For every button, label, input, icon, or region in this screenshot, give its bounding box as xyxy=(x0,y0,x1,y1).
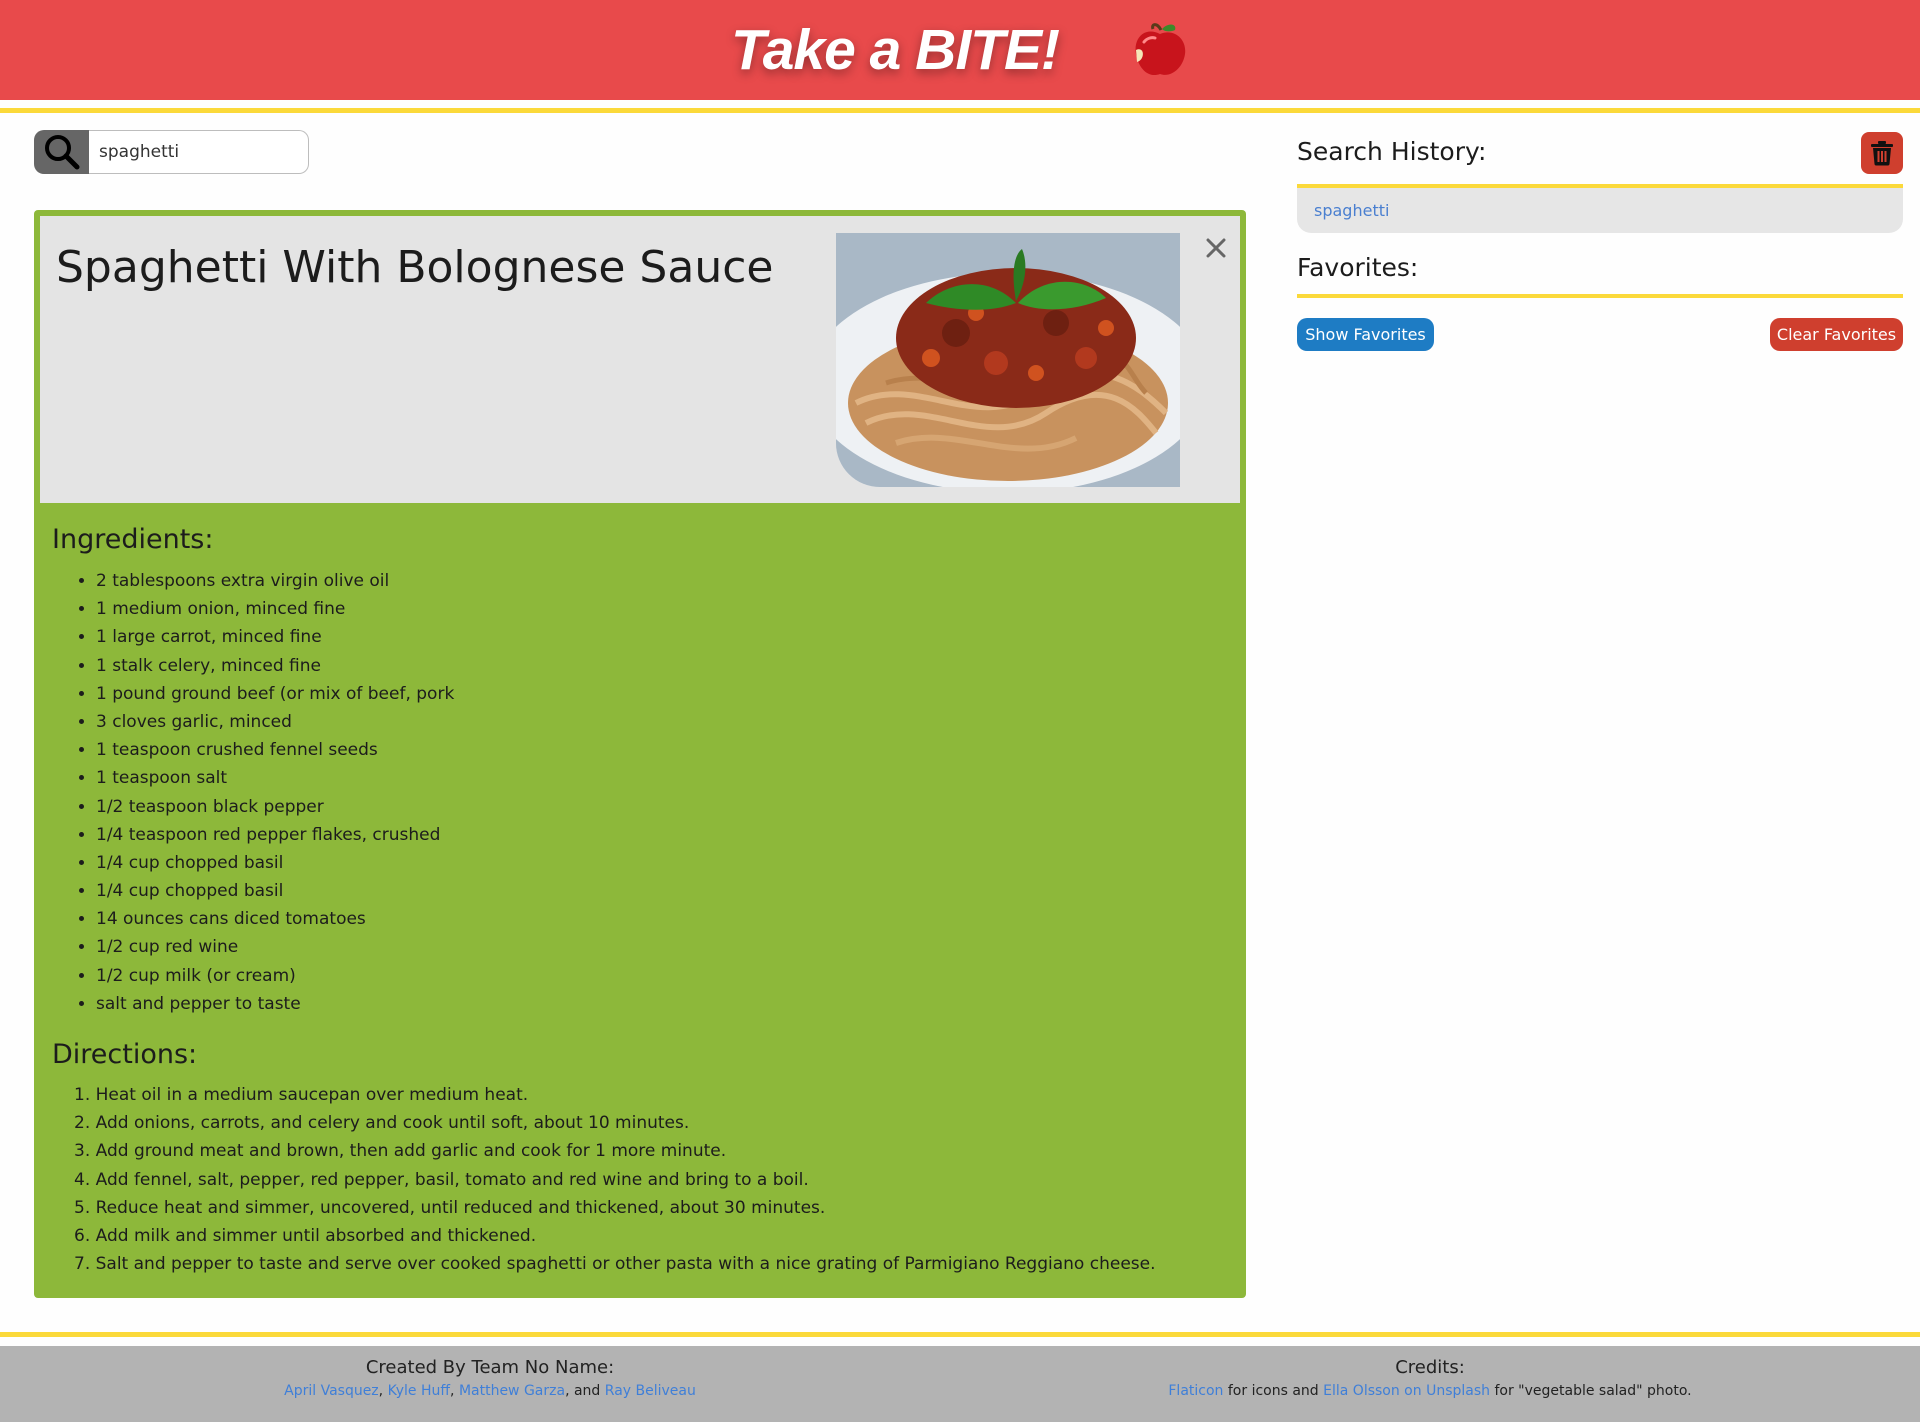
search-button[interactable] xyxy=(34,130,89,174)
clear-favorites-button[interactable]: Clear Favorites xyxy=(1770,318,1903,351)
ingredient-item: 1 pound ground beef (or mix of beef, por… xyxy=(96,680,454,708)
footer-divider xyxy=(0,1332,1920,1337)
directions-heading: Directions: xyxy=(52,1039,198,1070)
direction-step: 5. Reduce heat and simmer, uncovered, un… xyxy=(74,1197,826,1218)
apple-icon xyxy=(1135,23,1186,76)
credits-text: for icons and xyxy=(1223,1383,1324,1399)
author-link[interactable]: Ray Beliveau xyxy=(605,1383,696,1399)
spaghetti-photo-illustration xyxy=(836,233,1180,487)
search-icon xyxy=(44,135,79,170)
ingredient-item: 1 stalk celery, minced fine xyxy=(96,652,454,680)
direction-step: 2. Add onions, carrots, and celery and c… xyxy=(74,1113,690,1134)
unsplash-link[interactable]: Ella Olsson on Unsplash xyxy=(1323,1383,1490,1399)
ingredient-item: 1/2 teaspoon black pepper xyxy=(96,793,454,821)
trash-icon xyxy=(1871,141,1893,166)
ingredient-item: salt and pepper to taste xyxy=(96,990,454,1018)
author-link[interactable]: Kyle Huff xyxy=(388,1383,450,1399)
ingredient-item: 1 large carrot, minced fine xyxy=(96,623,454,651)
directions-list: 1. Heat oil in a medium saucepan over me… xyxy=(74,1081,1156,1278)
recipe-title: Spaghetti With Bolognese Sauce xyxy=(56,242,774,293)
direction-step: 1. Heat oil in a medium saucepan over me… xyxy=(74,1085,529,1105)
footer-team-title: Created By Team No Name: xyxy=(365,1357,615,1378)
close-icon[interactable] xyxy=(1202,234,1230,262)
footer-credits-title: Credits: xyxy=(1395,1357,1465,1378)
author-link[interactable]: April Vasquez xyxy=(284,1383,379,1399)
footer-team: Created By Team No Name: April Vasquez, … xyxy=(190,1356,790,1402)
flaticon-link[interactable]: Flaticon xyxy=(1168,1383,1223,1399)
credits-text: for "vegetable salad" photo. xyxy=(1490,1383,1692,1399)
ingredient-item: 1/2 cup milk (or cream) xyxy=(96,962,454,990)
ingredient-item: 14 ounces cans diced tomatoes xyxy=(96,905,454,933)
site-footer: Created By Team No Name: April Vasquez, … xyxy=(0,1346,1920,1422)
favorites-divider xyxy=(1297,294,1903,298)
direction-step: 7. Salt and pepper to taste and serve ov… xyxy=(74,1254,1156,1275)
author-separator: , xyxy=(450,1383,459,1399)
ingredient-item: 1 medium onion, minced fine xyxy=(96,595,454,623)
search-history-heading: Search History: xyxy=(1297,137,1487,166)
direction-step: 4. Add fennel, salt, pepper, red pepper,… xyxy=(74,1169,809,1190)
search-input[interactable] xyxy=(89,130,309,174)
ingredient-item: 1/4 cup chopped basil xyxy=(96,849,454,877)
recipe-header: Spaghetti With Bolognese Sauce xyxy=(40,216,1240,503)
ingredient-item: 1/2 cup red wine xyxy=(96,933,454,961)
recipe-photo xyxy=(836,233,1180,487)
site-title: Take a BITE! xyxy=(731,18,1060,82)
direction-step: 3. Add ground meat and brown, then add g… xyxy=(74,1141,727,1162)
direction-step: 6. Add milk and simmer until absorbed an… xyxy=(74,1225,537,1246)
site-header: Take a BITE! xyxy=(0,0,1920,100)
ingredients-list: 2 tablespoons extra virgin olive oil 1 m… xyxy=(74,567,454,1018)
ingredient-item: 1 teaspoon salt xyxy=(96,764,454,792)
history-item-spaghetti[interactable]: spaghetti xyxy=(1297,188,1903,233)
author-separator: , xyxy=(378,1383,388,1399)
author-link[interactable]: Matthew Garza xyxy=(459,1383,565,1399)
recipe-card: Spaghetti With Bolognese Sauce Ingredien… xyxy=(34,210,1246,1298)
search-bar xyxy=(34,130,309,174)
ingredient-item: 2 tablespoons extra virgin olive oil xyxy=(96,567,454,595)
show-favorites-button[interactable]: Show Favorites xyxy=(1297,318,1434,351)
footer-authors: April Vasquez, Kyle Huff, Matthew Garza,… xyxy=(190,1380,790,1402)
footer-credits: Credits: Flaticon for icons and Ella Ols… xyxy=(1130,1356,1730,1402)
ingredient-item: 1/4 teaspoon red pepper flakes, crushed xyxy=(96,821,454,849)
footer-credits-text: Flaticon for icons and Ella Olsson on Un… xyxy=(1130,1380,1730,1402)
ingredient-item: 1/4 cup chopped basil xyxy=(96,877,454,905)
ingredient-item: 1 teaspoon crushed fennel seeds xyxy=(96,736,454,764)
ingredients-heading: Ingredients: xyxy=(52,524,214,555)
ingredient-item: 3 cloves garlic, minced xyxy=(96,708,454,736)
header-divider xyxy=(0,108,1920,113)
clear-history-button[interactable] xyxy=(1861,132,1903,174)
author-separator: , and xyxy=(565,1383,605,1399)
favorites-heading: Favorites: xyxy=(1297,253,1419,282)
